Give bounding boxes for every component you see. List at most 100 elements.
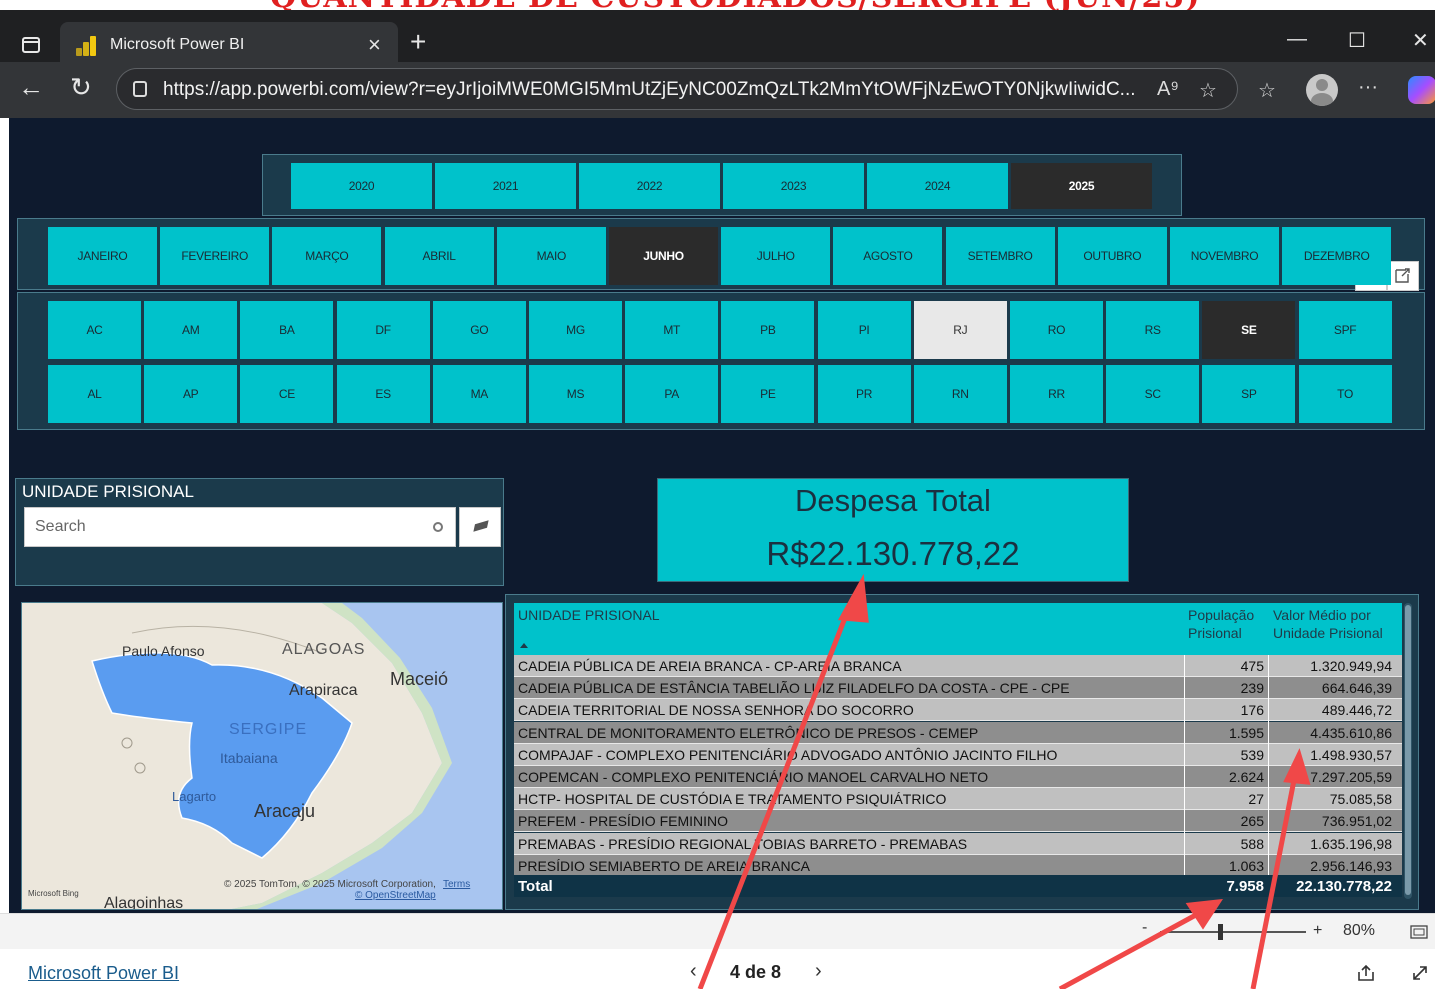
state-button-se[interactable]: SE: [1202, 301, 1296, 359]
zoom-out-button[interactable]: -: [1142, 919, 1147, 937]
focus-mode-icon[interactable]: [1387, 261, 1419, 291]
kpi-value: R$22.130.778,22: [766, 535, 1020, 572]
tab-close-icon[interactable]: ×: [368, 32, 381, 58]
back-icon[interactable]: ←: [18, 74, 44, 100]
value-cell: 1.498.930,57: [1310, 746, 1392, 763]
map-osm-link[interactable]: © OpenStreetMap: [355, 890, 436, 901]
kpi-label: Despesa Total: [795, 483, 991, 518]
state-button-ma[interactable]: MA: [432, 365, 526, 423]
map-terms-link[interactable]: Terms: [443, 879, 470, 890]
fullscreen-icon[interactable]: [1410, 963, 1430, 983]
state-button-rj[interactable]: RJ: [913, 301, 1007, 359]
zoom-slider-handle[interactable]: [1218, 924, 1223, 940]
unit-name-cell: CADEIA TERRITORIAL DE NOSSA SENHORA DO S…: [518, 702, 914, 719]
state-button-rs[interactable]: RS: [1106, 301, 1200, 359]
state-button-to[interactable]: TO: [1298, 365, 1392, 423]
year-slicer: 2020 2021 2022 2023 2024 2025: [262, 154, 1182, 216]
state-button-ap[interactable]: AP: [144, 365, 238, 423]
state-button-ms[interactable]: MS: [529, 365, 622, 423]
month-button-março[interactable]: MARÇO: [272, 227, 382, 285]
state-button-ro[interactable]: RO: [1010, 301, 1103, 359]
state-button-rn[interactable]: RN: [913, 365, 1007, 423]
state-button-pi[interactable]: PI: [817, 301, 911, 359]
month-button-janeiro[interactable]: JANEIRO: [48, 227, 157, 285]
state-button-pe[interactable]: PE: [721, 365, 815, 423]
unit-name-cell: CADEIA PÚBLICA DE ESTÂNCIA TABELIÃO LUIZ…: [518, 680, 1070, 697]
site-info-icon[interactable]: [133, 81, 147, 97]
state-slicer: AC AM BA DF GO MG MT PB PI RJ RO RS SE SPF AL AP CE ES MA M…: [17, 292, 1425, 430]
read-aloud-icon[interactable]: A⁹: [1157, 78, 1179, 101]
state-button-ce[interactable]: CE: [240, 365, 334, 423]
state-button-am[interactable]: AM: [144, 301, 238, 359]
month-button-setembro[interactable]: SETEMBRO: [945, 227, 1055, 285]
month-button-abril[interactable]: ABRIL: [384, 227, 494, 285]
month-button-outubro[interactable]: OUTUBRO: [1057, 227, 1167, 285]
year-button-2024[interactable]: 2024: [867, 163, 1008, 209]
url-field[interactable]: https://app.powerbi.com/view?r=eyJrIjoiM…: [116, 68, 1238, 110]
state-button-sc[interactable]: SC: [1106, 365, 1200, 423]
total-expense-card: Despesa Total R$22.130.778,22: [657, 478, 1129, 582]
header-val-line1[interactable]: Valor Médio por: [1273, 606, 1371, 624]
zoom-in-button[interactable]: +: [1313, 922, 1322, 940]
copilot-icon[interactable]: [1408, 76, 1435, 104]
fit-to-page-icon[interactable]: [1410, 924, 1428, 940]
month-button-julho[interactable]: JULHO: [721, 227, 831, 285]
more-menu-icon[interactable]: ···: [1358, 76, 1378, 99]
header-unit[interactable]: UNIDADE PRISIONAL: [518, 606, 660, 624]
map-visual[interactable]: Paulo Afonso ALAGOAS Maceió Arapiraca SE…: [21, 602, 503, 910]
state-button-pr[interactable]: PR: [817, 365, 911, 423]
favorites-icon[interactable]: ☆: [1258, 78, 1276, 103]
browser-address-bar: ← ↻ https://app.powerbi.com/view?r=eyJrI…: [0, 62, 1435, 118]
population-cell: 475: [1240, 658, 1264, 674]
report-footer: Microsoft Power BI ‹ 4 de 8 ›: [0, 949, 1435, 989]
new-tab-button[interactable]: +: [410, 28, 426, 56]
table-scrollbar[interactable]: [1404, 603, 1412, 899]
year-button-2021[interactable]: 2021: [435, 163, 576, 209]
year-button-2025[interactable]: 2025: [1011, 163, 1152, 209]
minimize-button[interactable]: —: [1287, 28, 1307, 51]
reload-icon[interactable]: ↻: [70, 74, 92, 100]
header-pop-line1[interactable]: População: [1188, 606, 1254, 624]
tab-actions-icon[interactable]: [22, 37, 40, 53]
power-bi-link[interactable]: Microsoft Power BI: [28, 963, 179, 984]
header-pop-line2[interactable]: Prisional: [1188, 624, 1242, 642]
sort-ascending-icon[interactable]: [520, 643, 528, 648]
state-button-ba[interactable]: BA: [240, 301, 334, 359]
year-button-2023[interactable]: 2023: [723, 163, 864, 209]
month-button-maio[interactable]: MAIO: [496, 227, 606, 285]
state-button-mg[interactable]: MG: [529, 301, 622, 359]
state-button-es[interactable]: ES: [336, 365, 430, 423]
zoom-slider[interactable]: [1160, 931, 1306, 933]
next-page-button[interactable]: ›: [815, 960, 822, 983]
clear-selection-icon[interactable]: [459, 507, 501, 547]
state-button-mt[interactable]: MT: [625, 301, 719, 359]
share-icon[interactable]: [1356, 963, 1376, 983]
month-button-dezembro[interactable]: DEZEMBRO: [1282, 227, 1392, 285]
month-button-junho[interactable]: JUNHO: [609, 227, 718, 285]
state-button-pa[interactable]: PA: [625, 365, 719, 423]
state-button-go[interactable]: GO: [432, 301, 526, 359]
month-button-agosto[interactable]: AGOSTO: [833, 227, 943, 285]
favorite-star-icon[interactable]: ☆: [1199, 78, 1217, 103]
map-label-alagoinhas: Alagoinhas: [104, 895, 184, 910]
state-button-df[interactable]: DF: [336, 301, 430, 359]
population-cell: 176: [1240, 702, 1264, 719]
state-button-rr[interactable]: RR: [1010, 365, 1103, 423]
profile-avatar[interactable]: [1306, 74, 1338, 106]
year-button-2022[interactable]: 2022: [579, 163, 720, 209]
state-button-spf[interactable]: SPF: [1298, 301, 1392, 359]
month-button-fevereiro[interactable]: FEVEREIRO: [160, 227, 270, 285]
value-cell: 736.951,02: [1321, 813, 1392, 830]
bing-logo: Microsoft Bing: [28, 889, 79, 898]
unit-search-input[interactable]: Search: [24, 507, 456, 547]
previous-page-button[interactable]: ‹: [690, 960, 697, 983]
state-button-ac[interactable]: AC: [48, 301, 141, 359]
state-button-pb[interactable]: PB: [721, 301, 815, 359]
year-button-2020[interactable]: 2020: [291, 163, 432, 209]
state-button-sp[interactable]: SP: [1202, 365, 1296, 423]
close-window-button[interactable]: ✕: [1412, 28, 1429, 53]
state-button-al[interactable]: AL: [48, 365, 141, 423]
month-button-novembro[interactable]: NOVEMBRO: [1170, 227, 1279, 285]
header-val-line2[interactable]: Unidade Prisional: [1273, 624, 1383, 642]
maximize-button[interactable]: ☐: [1348, 28, 1366, 53]
